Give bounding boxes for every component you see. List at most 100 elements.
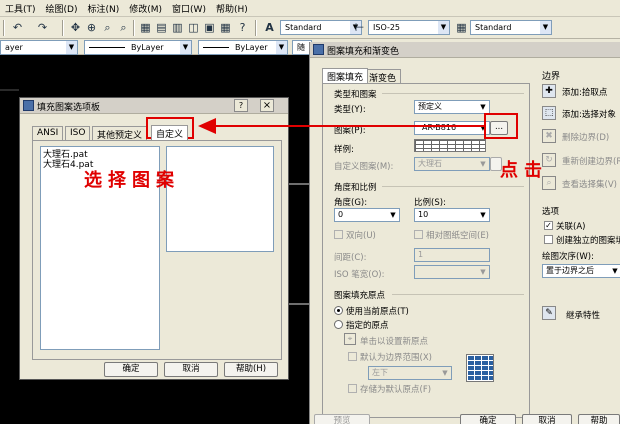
autocad-app-icon: [23, 100, 34, 111]
help-question-button[interactable]: ?: [234, 99, 248, 112]
help-toolbar-icon[interactable]: ?: [235, 20, 250, 35]
menu-tools[interactable]: 工具(T): [0, 2, 41, 15]
palette-title: 填充图案选项板: [37, 103, 101, 113]
zoom-previous-icon[interactable]: ⌕: [116, 20, 131, 35]
inherit-properties-button[interactable]: 继承特性: [566, 309, 600, 321]
table-style-select[interactable]: Standard ▼: [470, 20, 552, 35]
add-pick-points-button[interactable]: 添加:拾取点: [562, 86, 607, 98]
default-extent-checkbox: [348, 352, 357, 361]
select-objects-icon[interactable]: ⬚: [542, 106, 556, 120]
relative-paper-label: 相对图纸空间(E): [426, 231, 490, 241]
group-divider: [382, 186, 524, 187]
text-style-select[interactable]: Standard ▼: [280, 20, 362, 35]
tab-hatch[interactable]: 图案填充: [322, 68, 369, 83]
boundary-header: 边界: [542, 72, 561, 82]
zoom-window-icon[interactable]: ⌕: [100, 20, 115, 35]
cancel-button[interactable]: 取消: [522, 414, 572, 424]
layer-select[interactable]: ayer ▼: [0, 40, 78, 55]
chevron-down-icon: ▼: [442, 369, 448, 377]
associative-label: 关联(A): [556, 222, 586, 232]
scale-label: 比例(S):: [414, 198, 446, 208]
pan-icon[interactable]: ✥: [68, 20, 83, 35]
chevron-down-icon: ▼: [480, 160, 486, 168]
tab-ansi[interactable]: ANSI: [32, 126, 64, 140]
custom-pattern-label: 自定义图案(M):: [334, 162, 394, 172]
lineweight-select[interactable]: ByLayer ▼: [198, 40, 288, 55]
hatch-dialog-title: 图案填充和渐变色: [327, 47, 400, 57]
double-label: 双向(U): [346, 231, 376, 241]
pattern-sample-swatch[interactable]: [414, 139, 486, 152]
select-pattern-annotation: 选择图案: [84, 170, 180, 191]
scale-select[interactable]: 10 ▼: [414, 208, 490, 222]
palette-tabs: ANSI ISO 其他预定义 自定义: [32, 125, 232, 141]
toolbar-separator: [62, 20, 64, 36]
angle-label: 角度(G):: [334, 198, 368, 208]
hatch-dialog-titlebar: 图案填充和渐变色: [310, 42, 620, 58]
pattern-preview-pane: [166, 146, 274, 252]
tool-palettes-icon[interactable]: ▥: [170, 20, 185, 35]
origin-specified-radio[interactable]: [334, 320, 343, 329]
palette-help-button[interactable]: 帮助(H): [224, 362, 278, 377]
draw-order-select[interactable]: 置于边界之后 ▼: [542, 264, 620, 278]
redo-icon[interactable]: ↷: [35, 20, 50, 35]
menu-modify[interactable]: 修改(M): [124, 2, 167, 15]
sheet-set-icon[interactable]: ◫: [186, 20, 201, 35]
text-style-icon[interactable]: A: [262, 20, 277, 35]
section-hatch-origin: 图案填充原点: [334, 291, 386, 301]
pick-origin-icon: ⌖: [344, 333, 356, 345]
pattern-label: 图案(P):: [334, 126, 366, 136]
tab-other-predefined[interactable]: 其他预定义: [92, 126, 148, 141]
undo-icon[interactable]: ↶: [10, 20, 25, 35]
relative-paper-checkbox: [414, 230, 423, 239]
standard-toolbar: ↶ ↷ ✥ ⊕ ⌕ ⌕ ▦ ▤ ▥ ◫ ▣ ▦ ? A Standard ▼ ⊢ …: [0, 17, 620, 39]
pattern-select[interactable]: AR-B816 ▼: [414, 121, 490, 135]
tab-iso[interactable]: ISO: [65, 126, 91, 140]
origin-current-label: 使用当前原点(T): [346, 307, 409, 317]
zoom-realtime-icon[interactable]: ⊕: [84, 20, 99, 35]
design-center-icon[interactable]: ▤: [154, 20, 169, 35]
origin-current-radio[interactable]: [334, 306, 343, 315]
options-header: 选项: [542, 207, 560, 217]
chevron-down-icon: ▼: [480, 211, 486, 219]
dim-style-icon[interactable]: ⊢: [352, 20, 367, 35]
type-select[interactable]: 预定义 ▼: [414, 100, 490, 114]
linetype-select[interactable]: ByLayer ▼: [84, 40, 192, 55]
type-label: 类型(Y):: [334, 105, 366, 115]
table-style-icon[interactable]: ▦: [454, 20, 469, 35]
custom-pattern-select: 大理石 ▼: [414, 157, 490, 171]
chevron-down-icon: ▼: [480, 268, 486, 276]
default-extent-label: 默认为边界范围(X): [360, 353, 432, 363]
toolbar-separator: [133, 20, 135, 36]
chevron-down-icon: ▼: [540, 21, 551, 34]
help-button[interactable]: 帮助: [578, 414, 620, 424]
calculator-icon[interactable]: ▦: [218, 20, 233, 35]
pick-points-icon[interactable]: ✚: [542, 84, 556, 98]
dim-style-select[interactable]: ISO-25 ▼: [368, 20, 450, 35]
group-divider: [382, 93, 524, 94]
click-set-origin-label: 单击以设置新原点: [360, 337, 429, 347]
tab-gradient[interactable]: 渐变色: [364, 69, 402, 84]
separate-hatches-label: 创建独立的图案填: [556, 236, 620, 246]
spacing-input: 1: [414, 248, 490, 262]
ok-button[interactable]: 确定: [460, 414, 516, 424]
line-sample-icon: [89, 47, 125, 48]
origin-specified-label: 指定的原点: [346, 321, 389, 331]
toolbar-separator: [255, 20, 257, 36]
angle-select[interactable]: 0 ▼: [334, 208, 400, 222]
list-item[interactable]: 大理石.pat: [43, 150, 88, 160]
associative-checkbox[interactable]: ✓: [544, 221, 553, 230]
separate-hatches-checkbox[interactable]: [544, 235, 553, 244]
menu-help[interactable]: 帮助(H): [211, 2, 253, 15]
menu-draw[interactable]: 绘图(D): [41, 2, 83, 15]
markup-icon[interactable]: ▣: [202, 20, 217, 35]
extent-position-select: 左下 ▼: [368, 366, 452, 380]
palette-ok-button[interactable]: 确定: [104, 362, 158, 377]
menu-window[interactable]: 窗口(W): [167, 2, 211, 15]
tab-custom[interactable]: 自定义: [151, 125, 189, 140]
properties-icon[interactable]: ▦: [138, 20, 153, 35]
palette-cancel-button[interactable]: 取消: [164, 362, 218, 377]
inherit-properties-icon[interactable]: ✎: [542, 306, 556, 320]
close-icon[interactable]: ×: [260, 99, 274, 112]
menu-dimension[interactable]: 标注(N): [82, 2, 124, 15]
add-select-objects-button[interactable]: 添加:选择对象: [562, 108, 616, 120]
